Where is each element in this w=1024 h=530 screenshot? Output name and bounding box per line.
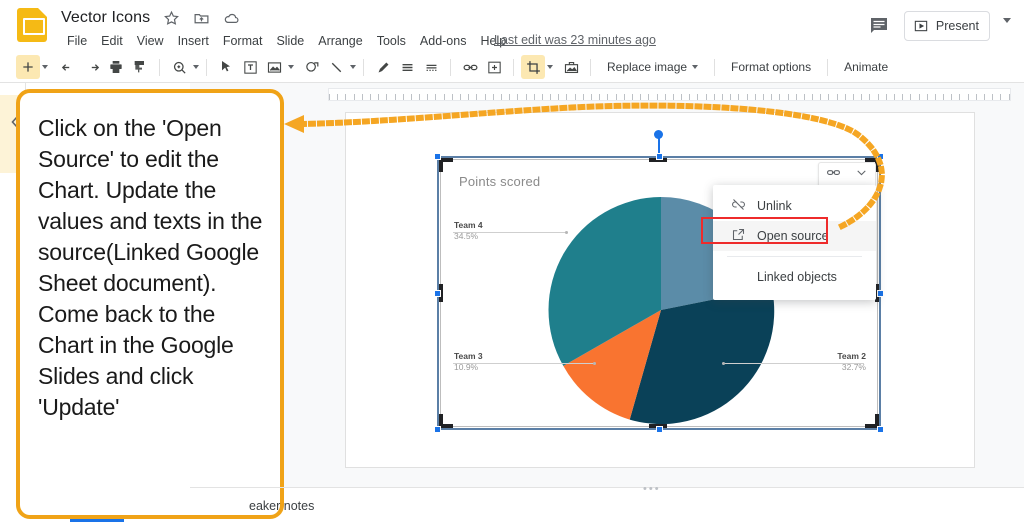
present-label: Present [935,19,979,33]
crop-icon[interactable] [521,55,545,79]
menu-addons[interactable]: Add-ons [413,32,474,50]
image-chevron-down-icon[interactable] [288,65,294,69]
unlink-icon [731,197,746,215]
resize-handle-bottom-right[interactable] [877,426,884,433]
animate-label: Animate [844,60,889,74]
menu-divider [727,256,862,257]
slice-name-team4: Team 4 [454,220,483,230]
title-action-icons [163,10,240,27]
new-slide-chevron-down-icon[interactable] [42,65,48,69]
menu-view[interactable]: View [130,32,171,50]
cloud-status-icon[interactable] [223,10,240,27]
leader-dot-team4 [565,231,568,234]
slice-label-team2: Team 2 32.7% [837,351,866,373]
horizontal-ruler[interactable] [328,88,1011,101]
menu-item-linked-objects[interactable]: Linked objects [713,262,876,292]
resize-handle-right-center[interactable] [877,290,884,297]
menu-item-open-source[interactable]: Open source [701,217,876,251]
menu-item-unlink[interactable]: Unlink [713,191,876,221]
menu-item-open-source-label: Open source [757,229,829,243]
menu-bar: File Edit View Insert Format Slide Arran… [60,32,513,50]
menu-tools[interactable]: Tools [370,32,413,50]
resize-handle-left-center[interactable] [434,290,441,297]
menu-item-unlink-label: Unlink [757,199,792,213]
resize-handle-bottom-center[interactable] [656,426,663,433]
crop-handle-top-left[interactable] [439,158,453,172]
menu-insert[interactable]: Insert [171,32,216,50]
format-options-label: Format options [731,60,812,74]
toolbar: Replace image Format options Animate [0,52,1024,82]
zoom-chevron-down-icon[interactable] [193,65,199,69]
slice-percent-team3: 10.9% [454,362,479,372]
menu-edit[interactable]: Edit [94,32,130,50]
speaker-notes-placeholder[interactable]: eaker notes [249,499,314,513]
move-to-folder-icon[interactable] [193,10,210,27]
slice-name-team3: Team 3 [454,351,483,361]
replace-image-button[interactable]: Replace image [598,56,707,78]
redo-icon[interactable] [80,55,104,79]
replace-image-label: Replace image [607,60,688,74]
menu-file[interactable]: File [60,32,94,50]
resize-handle-bottom-left[interactable] [434,426,441,433]
drag-grip-icon[interactable]: ••• [643,483,661,495]
image-icon[interactable] [262,55,286,79]
comment-history-icon[interactable] [867,14,893,40]
align-icon[interactable] [395,55,419,79]
notes-divider [190,487,1024,488]
google-slides-logo-icon [17,8,47,42]
last-edit-link[interactable]: Last edit was 23 minutes ago [494,33,656,47]
paint-format-icon[interactable] [128,55,152,79]
print-icon[interactable] [104,55,128,79]
document-title[interactable]: Vector Icons [61,8,150,28]
chain-link-icon [826,165,841,185]
crop-chevron-down-icon[interactable] [547,65,553,69]
slice-label-team3: Team 3 10.9% [454,351,483,373]
link-chip-chevron-down-icon[interactable] [855,166,868,184]
menu-arrange[interactable]: Arrange [311,32,369,50]
format-options-button[interactable]: Format options [722,56,820,78]
zoom-icon[interactable] [167,55,191,79]
star-icon[interactable] [163,10,180,27]
shape-icon[interactable] [300,55,324,79]
menu-item-linked-objects-label: Linked objects [757,270,837,284]
explore-indicator [70,519,124,522]
present-button[interactable]: Present [903,11,990,41]
line-spacing-icon[interactable] [419,55,443,79]
replace-image-chevron-down-icon[interactable] [692,65,699,69]
slice-name-team2: Team 2 [837,351,866,361]
resize-handle-top-right[interactable] [877,153,884,160]
menu-slide[interactable]: Slide [269,32,311,50]
instruction-callout: Click on the 'Open Source' to edit the C… [16,89,284,519]
pen-icon[interactable] [371,55,395,79]
line-chevron-down-icon[interactable] [350,65,356,69]
select-icon[interactable] [214,55,238,79]
slice-label-team4: Team 4 34.5% [454,220,483,242]
insert-comment-icon[interactable] [482,55,506,79]
new-slide-icon[interactable] [16,55,40,79]
leader-dot-team3 [593,362,596,365]
crop-handle-bottom-left[interactable] [439,414,453,428]
resize-handle-top-left[interactable] [434,153,441,160]
resize-handle-top-center[interactable] [656,153,663,160]
line-icon[interactable] [324,55,348,79]
rotation-handle[interactable] [654,130,663,139]
slice-percent-team4: 34.5% [454,231,479,241]
app-header: Vector Icons File Edit View Insert Forma… [0,0,1024,52]
open-in-new-icon [731,227,746,245]
animate-button[interactable]: Animate [835,56,897,78]
menu-format[interactable]: Format [216,32,270,50]
text-box-icon[interactable] [238,55,262,79]
link-options-dropdown: Unlink Open source Linked objects [701,185,876,300]
undo-icon[interactable] [56,55,80,79]
chart-title: Points scored [459,174,541,189]
insert-link-icon[interactable] [458,55,482,79]
mask-image-icon[interactable] [559,55,583,79]
slice-percent-team2: 32.7% [841,362,866,372]
leader-dot-team2 [722,362,725,365]
present-chevron-down-icon[interactable] [1003,18,1011,23]
